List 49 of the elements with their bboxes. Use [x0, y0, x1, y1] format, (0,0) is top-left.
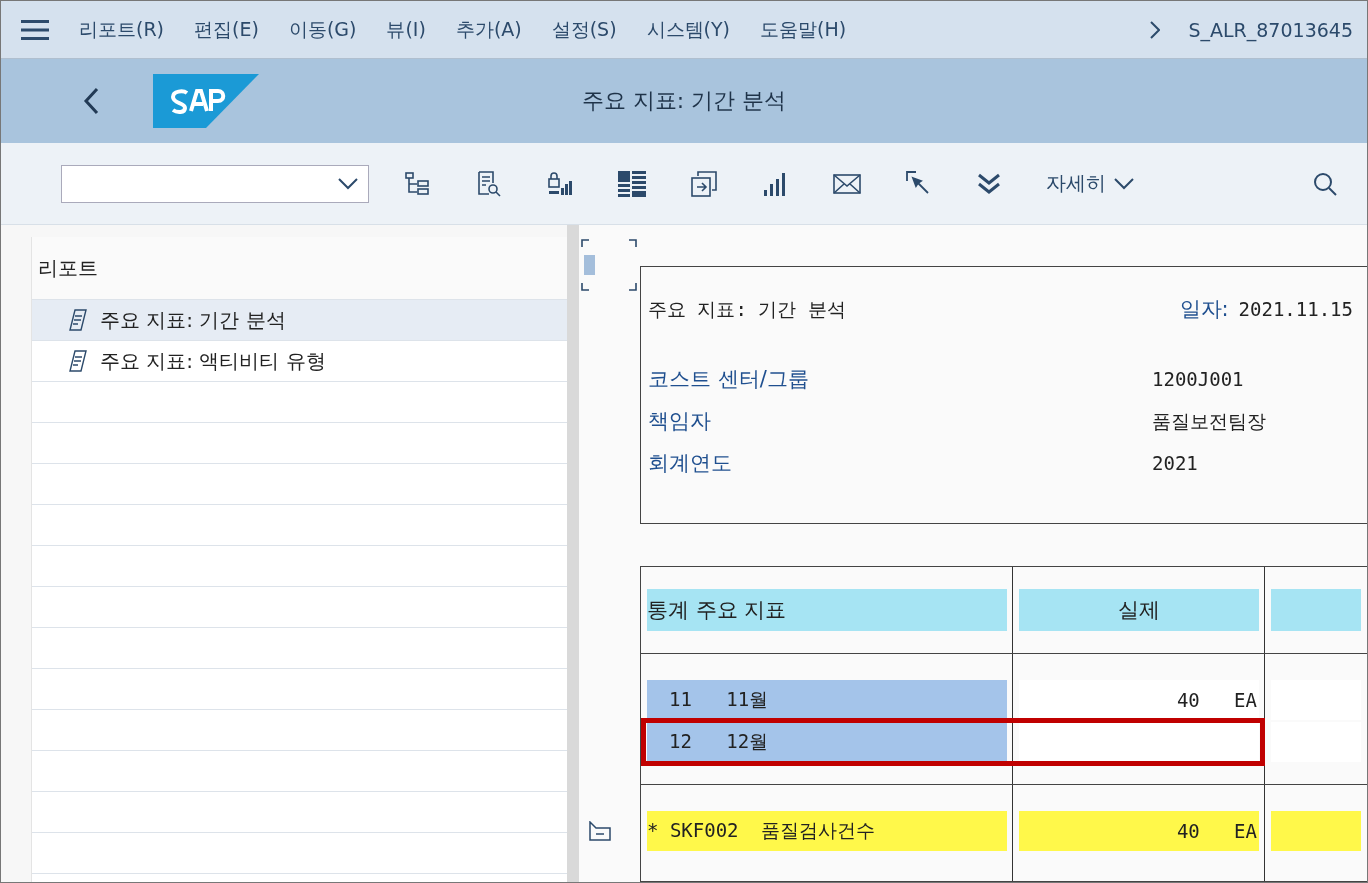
column-header: 통계 주요 지표 [647, 589, 1007, 631]
caret-icon [338, 177, 358, 190]
field-value: 품질보전팀장 [1152, 409, 1266, 434]
menu-item[interactable]: 도움말(H) [760, 16, 847, 43]
document-icon [68, 309, 88, 331]
back-icon[interactable] [83, 87, 99, 115]
menu-icon[interactable] [21, 18, 49, 41]
panel-title: 리포트 [32, 237, 567, 300]
report-item[interactable]: 주요 지표: 기간 분석 [32, 300, 567, 341]
field-value: 2021 [1152, 452, 1198, 474]
table-cell: 40 EA [1019, 811, 1259, 851]
more-button[interactable]: 자세히 [1046, 170, 1134, 197]
field-label: 책임자 [648, 408, 712, 435]
menu-item[interactable]: 리포트(R) [79, 16, 165, 43]
table-cell: * SKF002 품질검사건수 [647, 811, 1007, 851]
table-cell: 11 11월 [647, 680, 1007, 720]
menu-item[interactable]: 편집(E) [194, 16, 259, 43]
field-label: 코스트 센터/그룹 [648, 366, 810, 393]
lock-chart-icon[interactable] [547, 170, 573, 197]
export-icon[interactable] [691, 170, 717, 197]
hierarchy-icon[interactable] [405, 171, 431, 196]
mail-icon[interactable] [833, 173, 861, 194]
column-header: 실제 [1019, 589, 1259, 631]
transaction-code: S_ALR_87013645 [1188, 18, 1353, 41]
page-title: 주요 지표: 기간 분석 [581, 87, 787, 115]
double-chevron-down-icon[interactable] [977, 172, 1001, 195]
date-value: 2021.11.15 [1238, 298, 1353, 320]
report-title: 주요 지표: 기간 분석 [648, 297, 846, 322]
menu-item[interactable]: 이동(G) [288, 16, 357, 43]
collapse-icon[interactable] [589, 821, 611, 841]
field-value: 1200J001 [1152, 368, 1244, 390]
table-cell: 40 EA [1019, 680, 1259, 720]
dropdown-field[interactable] [61, 164, 369, 203]
caret-icon [1114, 177, 1134, 190]
menu-item[interactable]: 뷰(I) [386, 16, 426, 43]
field-label: 회계연도 [648, 450, 733, 477]
document-icon [68, 350, 88, 372]
table-icon[interactable] [618, 170, 646, 197]
menu-item[interactable]: 추가(A) [455, 16, 522, 43]
selection-bracket-icon[interactable] [581, 239, 637, 291]
table-cell: 12 12월 [647, 722, 1007, 762]
menu-item[interactable]: 설정(S) [551, 16, 617, 43]
logo-icon [153, 74, 259, 128]
search-icon[interactable] [1313, 171, 1337, 196]
document-search-icon[interactable] [476, 170, 502, 197]
chevron-right-icon[interactable] [1150, 20, 1161, 39]
bar-chart-icon[interactable] [762, 171, 788, 196]
menu-item[interactable]: 시스템(Y) [646, 16, 731, 43]
date-label: 일자: [1179, 296, 1229, 323]
